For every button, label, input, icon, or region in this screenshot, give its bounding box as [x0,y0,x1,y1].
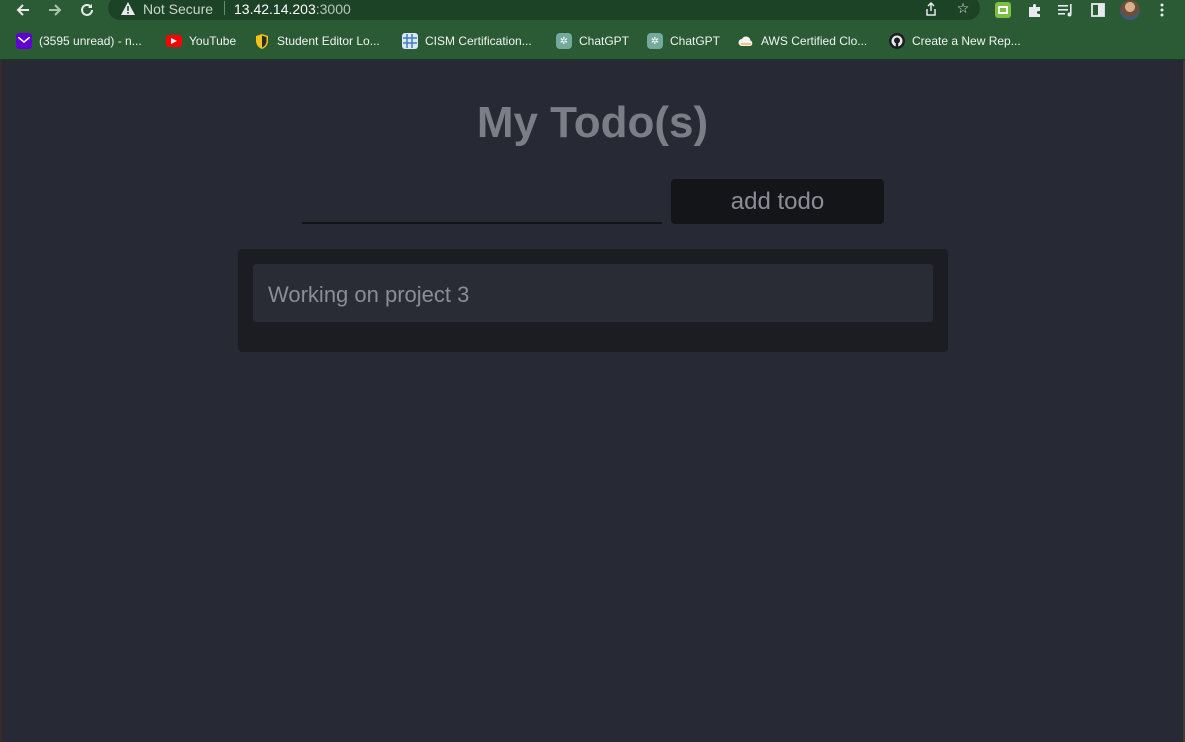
bookmark-label: ChatGPT [670,34,721,48]
side-panel-icon[interactable] [1088,0,1108,20]
grid-icon [402,33,418,49]
bookmark-star-icon[interactable]: ☆ [954,0,972,18]
puzzle-extensions-icon[interactable] [1024,0,1044,20]
bookmark-aws[interactable]: AWS Certified Clo... [738,33,867,49]
address-bar[interactable]: Not Secure 13.42.14.203:3000 ☆ [108,0,980,20]
url-port: :3000 [315,1,351,17]
url-host: 13.42.14.203 [234,1,316,17]
github-icon [889,33,905,49]
warning-triangle-icon[interactable] [120,0,136,16]
kebab-menu-icon[interactable] [1152,0,1172,20]
share-icon[interactable] [922,0,940,18]
bookmark-label: CISM Certification... [425,34,532,48]
youtube-icon [166,35,182,47]
reload-icon[interactable] [76,0,98,20]
bookmark-label: AWS Certified Clo... [761,34,868,48]
security-label[interactable]: Not Secure [143,1,213,17]
extension-printer-icon[interactable] [993,0,1013,20]
bookmark-label: Student Editor Lo... [277,34,380,48]
todo-list: Working on project 3 [238,249,948,352]
todo-app-page: My Todo(s) add todo Working on project 3 [2,60,1183,742]
bookmark-label: YouTube [189,34,237,48]
bookmark-cism[interactable]: CISM Certification... [402,33,532,49]
add-todo-button[interactable]: add todo [671,179,884,224]
profile-avatar-icon[interactable] [1120,0,1140,20]
browser-toolbar: Not Secure 13.42.14.203:3000 ☆ [0,0,1185,22]
bookmark-label: Create a New Rep... [912,34,1021,48]
bookmark-chatgpt-2[interactable]: ✲ ChatGPT [647,33,720,49]
bookmarks-bar: (3595 unread) - n... YouTube Student Edi… [0,22,1185,59]
shield-icon [254,33,270,49]
bookmark-label: ChatGPT [579,34,630,48]
bookmark-yahoo-mail[interactable]: (3595 unread) - n... [16,33,142,49]
bookmark-chatgpt-1[interactable]: ✲ ChatGPT [556,33,629,49]
todo-item[interactable]: Working on project 3 [253,264,933,322]
chatgpt-icon: ✲ [556,33,572,49]
bookmark-youtube[interactable]: YouTube [166,33,236,49]
media-queue-icon[interactable] [1056,0,1076,20]
bookmark-label: (3595 unread) - n... [39,34,142,48]
yahoo-mail-icon [16,33,32,49]
todo-input[interactable] [302,183,662,224]
cloud-icon [738,33,754,49]
back-arrow-icon[interactable] [12,0,34,20]
forward-arrow-icon[interactable] [44,0,66,20]
bookmark-student-editor[interactable]: Student Editor Lo... [254,33,380,49]
page-title: My Todo(s) [476,98,709,147]
chatgpt-icon: ✲ [647,33,663,49]
omnibox-divider [224,1,225,15]
url-text[interactable]: 13.42.14.203:3000 [234,1,351,17]
bookmark-github[interactable]: Create a New Rep... [889,33,1021,49]
